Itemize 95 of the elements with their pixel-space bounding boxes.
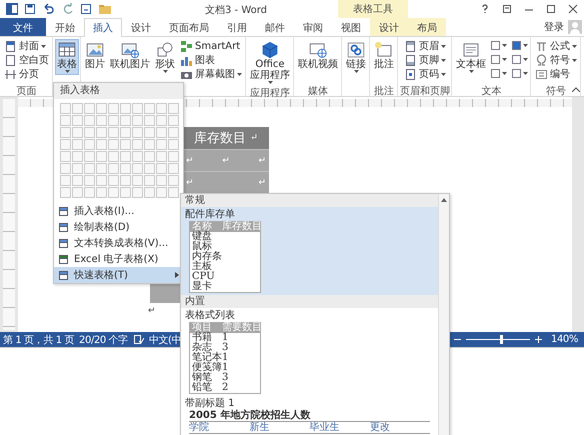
menu-item[interactable]: Excel 电子表格(X): [54, 251, 183, 267]
ribbon-tab[interactable]: 设计: [122, 18, 160, 36]
sign-in-link[interactable]: 登录: [544, 18, 564, 36]
ribbon-button[interactable]: 文本框: [454, 39, 488, 75]
ribbon-tab[interactable]: 邮件: [256, 18, 294, 36]
ribbon-button[interactable]: 联机视频: [296, 39, 340, 72]
preview-cell-text: 杂志: [192, 343, 212, 353]
ribbon-button[interactable]: 页脚: [402, 53, 448, 67]
ribbon-button[interactable]: 屏幕截图: [178, 67, 244, 81]
preview-cell-text: 鼠标: [192, 242, 212, 252]
table-style-name: 表格式列表: [185, 309, 236, 322]
paragraph-mark: ↵: [258, 178, 266, 188]
preview-cell-text: 书籍: [192, 333, 213, 343]
preview-cell-text: CPU: [192, 272, 216, 282]
menu-item[interactable]: 文本转换成表格(V)...: [54, 235, 183, 251]
ribbon-button[interactable]: 页码: [402, 67, 448, 81]
table-style-name: 带副标题 1: [185, 397, 236, 410]
window-title: 文档3 - Word: [205, 4, 268, 17]
ribbon-button[interactable]: SmartArt: [178, 39, 244, 53]
preview-cell-text: 钢笔: [192, 373, 213, 383]
preview-cell-text: 更改: [370, 422, 391, 433]
section-heading: 内置: [181, 295, 438, 308]
ribbon-button[interactable]: 链接: [344, 39, 368, 75]
ribbon-button[interactable]: 封面: [2, 39, 51, 53]
paragraph-mark: ↵: [148, 306, 157, 316]
menu-item[interactable]: 绘制表格(D): [54, 219, 183, 235]
gallery-item[interactable]: 配件库存单 名称 库存数目 键盘 鼠标 内存条 主板 CPU 显卡: [181, 207, 438, 295]
preview-cell: 需要数目: [222, 323, 260, 333]
group-label: 媒体: [308, 85, 328, 96]
preview-cell-text: 键盘: [192, 232, 213, 242]
paragraph-mark: ↵: [258, 156, 266, 166]
ribbon-tab[interactable]: 插入: [84, 18, 122, 37]
cell-text: 库存数目: [194, 130, 246, 147]
preview-cell-text: 新生: [249, 422, 270, 433]
menu-item[interactable]: 插入表格(I)...: [54, 203, 183, 219]
table-style-name: 配件库存单: [185, 208, 236, 220]
section-heading: 常规: [181, 194, 438, 207]
group-label: 页眉和页脚: [400, 84, 450, 96]
gallery-item[interactable]: 带副标题 1 2005 年地方院校招生人数 学院 新生 毕业生 更改: [181, 396, 438, 435]
preview-cell: 笔记本: [192, 353, 222, 363]
preview-cell: 便笺簿: [192, 363, 222, 373]
paragraph-mark: ↵: [186, 178, 194, 188]
preview-cell-text: 主板: [192, 262, 212, 272]
menu-item[interactable]: 快速表格(T): [54, 267, 183, 283]
preview-cell: 内存条: [192, 252, 222, 262]
ribbon-button[interactable]: 公式: [533, 39, 579, 53]
ribbon-tab[interactable]: 文件: [0, 18, 46, 36]
ribbon-button[interactable]: 页眉: [402, 39, 448, 53]
ribbon-button[interactable]: 联机图片: [108, 39, 152, 72]
ribbon-button[interactable]: 空白页: [2, 53, 51, 67]
group-label: 符号: [546, 85, 566, 96]
preview-cell-text: 铅笔: [192, 383, 213, 393]
ribbon-button[interactable]: 符号: [533, 53, 579, 67]
paragraph-mark: ↵: [250, 133, 258, 143]
zoom-level[interactable]: 140%: [551, 334, 578, 345]
group-label: 批注: [374, 84, 394, 96]
ribbon-tab[interactable]: 引用: [218, 18, 256, 36]
paragraph-mark: ↵: [222, 156, 230, 166]
context-tab-group: 表格工具: [338, 0, 408, 18]
ribbon-button[interactable]: 编号: [533, 67, 579, 81]
ribbon-button[interactable]: 形状: [153, 39, 177, 75]
group-label: 文本: [482, 84, 502, 96]
preview-cell-text: 显卡: [192, 282, 213, 292]
group-label: 应用程序: [250, 86, 290, 98]
ribbon-button[interactable]: Office 应用程序: [248, 39, 292, 86]
language[interactable]: 中文(中: [148, 332, 182, 346]
preview-cell-text: 名称: [192, 222, 213, 232]
preview-cell-text: 1: [222, 333, 230, 343]
ribbon-tab[interactable]: 开始: [46, 18, 84, 36]
preview-cell-text: 1: [222, 363, 230, 373]
group-label: 页面: [16, 85, 36, 96]
ribbon-tab[interactable]: 布局: [408, 18, 446, 36]
ribbon-button[interactable]: 图表: [178, 53, 244, 67]
menu-header: 插入表格: [54, 83, 183, 99]
preview-cell-text: 毕业生: [310, 422, 340, 433]
ribbon-tab[interactable]: 视图: [332, 18, 370, 36]
preview-cell-text: 3: [222, 343, 230, 353]
page-count: 第 1 页，共 1 页: [3, 334, 74, 346]
ribbon-tab[interactable]: 设计: [370, 18, 408, 36]
ribbon-button[interactable]: 批注: [372, 39, 396, 72]
ribbon-tab[interactable]: 页面布局: [160, 18, 218, 36]
preview-cell-text: 项目: [192, 323, 213, 333]
preview-cell: 库存数目: [222, 222, 260, 232]
preview-cell-text: 学院: [189, 422, 210, 433]
ribbon-button[interactable]: 表格: [55, 39, 79, 75]
ribbon-button[interactable]: 图片: [83, 39, 107, 72]
table-caption: 2005 年地方院校招生人数: [189, 410, 312, 421]
preview-cell-text: 2: [222, 383, 230, 393]
gallery-item[interactable]: 表格式列表 项目 需要数目 书籍 1 杂志 3 笔记本1 便笺簿1 钢笔 3 铅笔 2: [181, 308, 438, 396]
preview-cell-text: 1: [222, 353, 230, 363]
word-count: 20/20 个字: [79, 334, 128, 346]
ribbon-button[interactable]: 分页: [2, 67, 51, 81]
paragraph-mark: ↵: [186, 156, 194, 166]
preview-cell-text: 3: [222, 373, 230, 383]
ribbon-tab[interactable]: 审阅: [294, 18, 332, 36]
